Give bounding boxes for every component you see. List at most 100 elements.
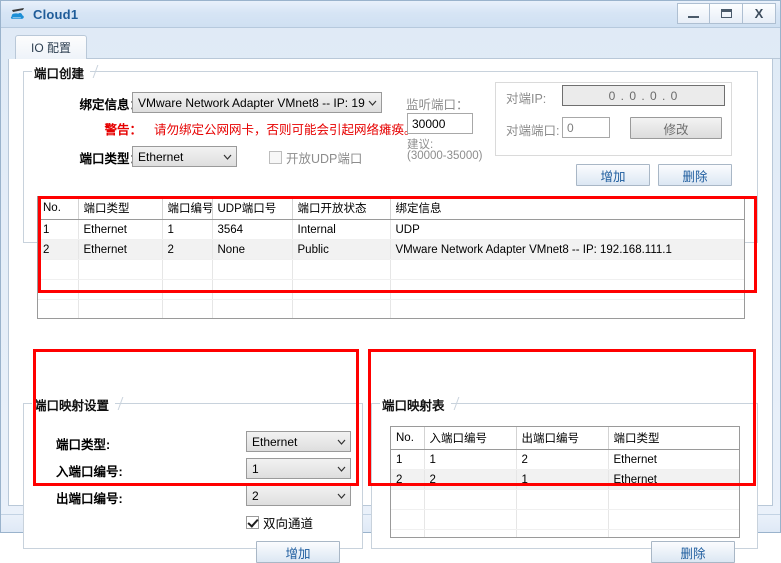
binding-info-value: VMware Network Adapter VMnet8 -- IP: 192… [138,95,365,110]
cell-out: 2 [516,449,609,470]
port-add-label: 增加 [600,169,626,184]
table-row[interactable] [391,529,739,537]
cell-no: 2 [38,239,79,260]
cloud-config-window: Cloud1 X IO 配置 端口创建 绑定信息： VMware Network… [0,0,781,563]
peer-ip-label: 对端IP: [506,92,547,106]
mapping-in-port-combo[interactable]: 1 [246,458,351,479]
window-controls: X [677,3,776,24]
mapping-port-type-combo[interactable]: Ethernet [246,431,351,452]
port-col-type: 端口类型 [78,197,163,220]
modify-button[interactable]: 修改 [630,117,722,139]
binding-info-combo[interactable]: VMware Network Adapter VMnet8 -- IP: 192… [132,92,382,113]
mapping-add-label: 增加 [285,546,311,561]
mapping-delete-label: 删除 [680,546,706,561]
chevron-down-icon [220,154,234,160]
mapping-port-type-value: Ethernet [252,434,298,449]
cell-no: 1 [391,449,425,470]
mapping-out-port-value: 2 [252,488,259,503]
listen-port-input[interactable]: 30000 [407,113,473,134]
mapping-in-port-value: 1 [252,461,259,476]
minimize-icon [688,15,699,18]
cell-in: 2 [424,469,517,490]
mapping-out-port-combo[interactable]: 2 [246,485,351,506]
table-row[interactable]: 2 2 1 Ethernet [391,469,739,490]
table-row[interactable] [38,299,744,318]
chevron-down-icon [334,466,348,472]
port-col-number: 端口编号 [162,197,213,220]
modify-button-label: 修改 [663,122,689,137]
port-col-udp: UDP端口号 [212,197,293,220]
tab-panel-io-config: 端口创建 绑定信息： VMware Network Adapter VMnet8… [8,59,773,563]
tab-underline [15,58,780,59]
port-delete-button[interactable]: 删除 [658,164,732,186]
mapping-out-port-label: 出端口编号: [56,492,123,506]
table-row[interactable]: 1 1 2 Ethernet [391,449,739,470]
port-col-no: No. [38,197,79,220]
table-row[interactable]: 1 Ethernet 1 3564 Internal UDP [38,219,744,240]
map-col-no: No. [391,427,425,450]
peer-ip-input[interactable]: 0 . 0 . 0 . 0 [562,85,725,106]
cell-udp: 3564 [212,219,293,240]
table-row[interactable] [38,259,744,280]
port-table-grid: No. 端口类型 端口编号 UDP端口号 端口开放状态 绑定信息 1 Ether… [38,197,744,318]
checkbox-box [246,516,259,529]
port-table[interactable]: No. 端口类型 端口编号 UDP端口号 端口开放状态 绑定信息 1 Ether… [37,196,745,319]
cell-type: Ethernet [608,469,739,490]
minimize-button[interactable] [677,3,710,24]
binding-info-label: 绑定信息： [79,98,142,112]
mapping-table-title: 端口映射表 [380,395,451,414]
udp-port-checkbox-label: 开放UDP端口 [286,152,363,166]
bidirectional-label: 双向通道 [263,517,314,531]
table-row[interactable] [391,509,739,530]
mapping-in-port-label: 入端口编号: [56,465,123,479]
cell-number: 1 [162,219,213,240]
tab-strip: IO 配置 [15,34,780,59]
cell-state: Public [292,239,391,260]
port-col-state: 端口开放状态 [292,197,391,220]
cell-binding: VMware Network Adapter VMnet8 -- IP: 192… [390,239,744,260]
port-add-button[interactable]: 增加 [576,164,650,186]
suggest-range: (30000-35000) [407,150,483,162]
close-icon: X [754,6,764,21]
listen-port-label: 监听端口： [406,98,469,112]
map-col-out: 出端口编号 [516,427,609,450]
table-row[interactable] [391,489,739,510]
udp-port-checkbox[interactable]: 开放UDP端口 [269,148,362,167]
bidirectional-checkbox[interactable]: 双向通道 [246,513,313,532]
mapping-add-button[interactable]: 增加 [256,541,340,563]
cell-in: 1 [424,449,517,470]
mapping-table[interactable]: No. 入端口编号 出端口编号 端口类型 1 1 2 Ethernet 2 2 … [390,426,740,538]
checkbox-box [269,151,282,164]
map-col-type: 端口类型 [608,427,739,450]
peer-port-value: 0 [567,120,574,135]
mapping-header-row: No. 入端口编号 出端口编号 端口类型 [391,427,739,450]
mapping-port-type-label: 端口类型: [56,438,111,452]
warning-label: 警告： [104,123,142,137]
table-row[interactable]: 2 Ethernet 2 None Public VMware Network … [38,239,744,260]
cell-number: 2 [162,239,213,260]
peer-ip-value: 0 . 0 . 0 . 0 [608,88,679,103]
mapping-table-group: 端口映射表 No. 入端口编号 出端口编号 端口类型 1 1 2 Etherne… [371,395,758,549]
chevron-down-icon [334,439,348,445]
cell-no: 1 [38,219,79,240]
tab-io-config[interactable]: IO 配置 [15,35,88,59]
warning-text: 请勿绑定公网网卡，否则可能会引起网络瘫痪。 [154,123,417,137]
maximize-button[interactable] [710,3,743,24]
close-button[interactable]: X [743,3,776,24]
table-row[interactable] [38,279,744,300]
client-area: IO 配置 端口创建 绑定信息： VMware Network Adapter … [1,28,780,563]
port-delete-label: 删除 [682,169,708,184]
mapping-table-grid: No. 入端口编号 出端口编号 端口类型 1 1 2 Ethernet 2 2 … [391,427,739,537]
mapping-delete-button[interactable]: 删除 [651,541,735,563]
port-type-value: Ethernet [138,149,184,164]
port-table-header-row: No. 端口类型 端口编号 UDP端口号 端口开放状态 绑定信息 [38,197,744,220]
port-create-group: 端口创建 绑定信息： VMware Network Adapter VMnet8… [23,63,758,319]
port-col-binding: 绑定信息 [390,197,744,220]
peer-port-input[interactable]: 0 [562,117,610,138]
port-type-combo[interactable]: Ethernet [132,146,237,167]
cell-out: 1 [516,469,609,490]
cell-type: Ethernet [78,239,163,260]
map-col-in: 入端口编号 [424,427,517,450]
cell-binding: UDP [390,219,744,240]
maximize-icon [720,9,732,18]
